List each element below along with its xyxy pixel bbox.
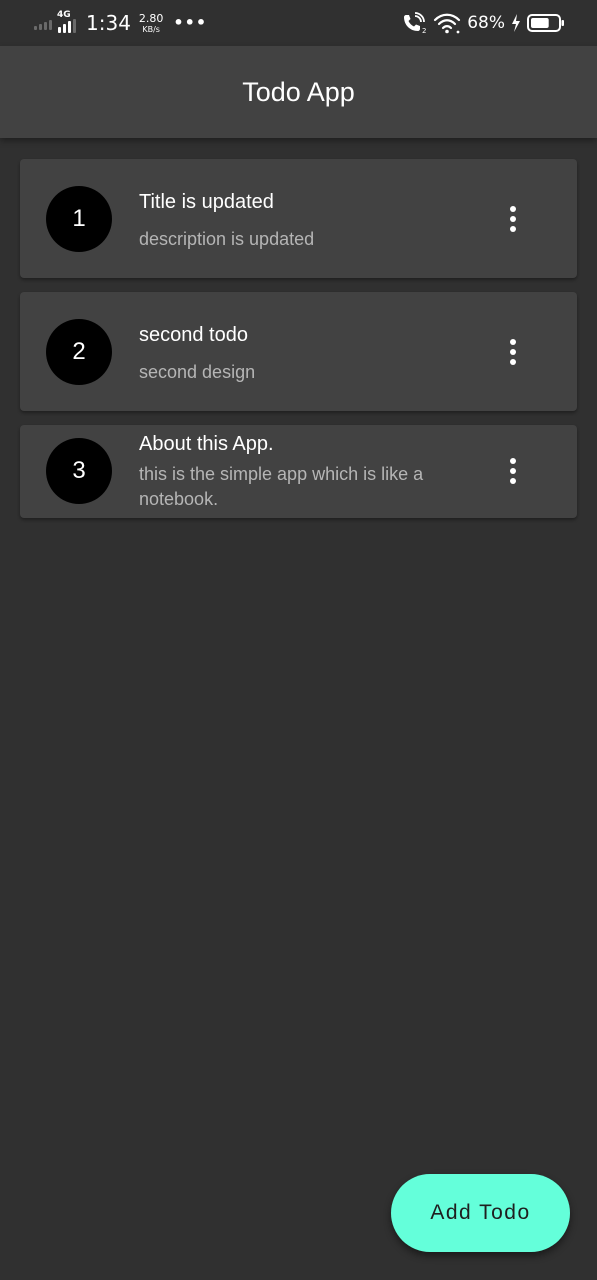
more-notifications-icon: ••• <box>173 13 208 32</box>
network-speed-unit: KB/s <box>142 24 160 34</box>
battery-percent: 68% <box>467 13 505 33</box>
status-bar-right: 2 68% <box>401 10 565 36</box>
more-vertical-icon[interactable] <box>501 199 525 239</box>
todo-description: second design <box>139 362 256 382</box>
battery-icon <box>527 14 564 32</box>
more-vertical-icon[interactable] <box>501 451 525 491</box>
wifi-icon <box>434 13 461 34</box>
add-todo-button[interactable]: Add Todo <box>391 1174 570 1252</box>
todo-number-avatar: 2 <box>46 319 112 385</box>
todo-description: description is updated <box>139 229 315 249</box>
todo-number-avatar: 1 <box>46 186 112 252</box>
status-bar-left: 4G 1:34 2.80 KB/s ••• <box>34 10 207 36</box>
status-time: 1:34 <box>86 11 131 35</box>
add-todo-button-label: Add Todo <box>430 1201 531 1224</box>
svg-text:2: 2 <box>422 27 426 34</box>
page-title: Todo App <box>242 76 355 107</box>
status-bar: 4G 1:34 2.80 KB/s ••• 2 68% <box>0 0 597 46</box>
todo-description: this is the simple app which is like a n… <box>139 464 424 509</box>
charging-bolt-icon <box>512 14 520 32</box>
todo-card[interactable]: 1 Title is updated description is update… <box>20 159 577 278</box>
todo-title: About this App. <box>139 433 274 455</box>
more-vertical-icon[interactable] <box>501 332 525 372</box>
todo-title: second todo <box>139 324 248 346</box>
todo-card[interactable]: 2 second todo second design <box>20 292 577 411</box>
todo-number-avatar: 3 <box>46 438 112 504</box>
todo-title: Title is updated <box>139 191 274 213</box>
signal-bars-icon <box>34 16 52 30</box>
todo-card[interactable]: 3 About this App. this is the simple app… <box>20 425 577 518</box>
mobile-data-4g-icon: 4G <box>56 11 80 35</box>
volte-call-icon: 2 <box>404 12 427 34</box>
network-speed: 2.80 KB/s <box>139 12 164 35</box>
network-speed-value: 2.80 <box>138 11 164 25</box>
app-bar: Todo App <box>0 46 597 138</box>
